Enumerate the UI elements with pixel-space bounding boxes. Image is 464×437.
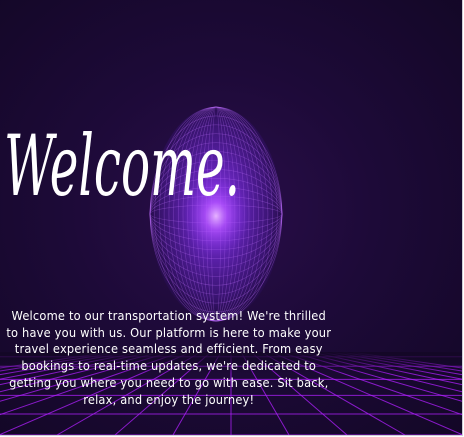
page-frame: Welcome. Welcome to our transportation s… — [0, 0, 463, 436]
welcome-title: Welcome. — [4, 117, 240, 215]
welcome-title-text: Welcome. — [4, 117, 240, 215]
intro-paragraph: Welcome to our transportation system! We… — [6, 309, 332, 407]
